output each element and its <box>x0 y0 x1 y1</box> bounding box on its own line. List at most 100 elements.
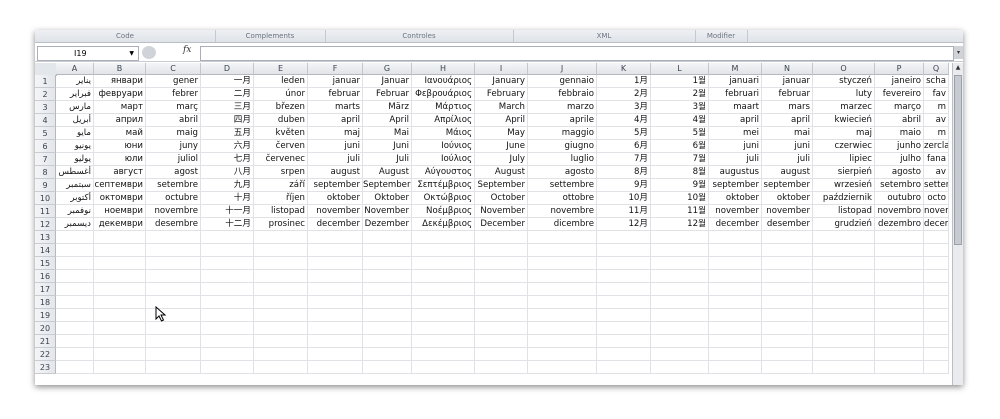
column-header[interactable]: F <box>308 63 363 75</box>
cell[interactable] <box>528 231 597 244</box>
cell[interactable]: май <box>94 127 146 140</box>
cell[interactable]: 5月 <box>597 127 651 140</box>
cell[interactable] <box>924 361 949 374</box>
cell[interactable]: settem <box>924 179 949 192</box>
column-header[interactable]: Q <box>924 63 949 75</box>
cell[interactable]: أغسطس <box>56 166 94 179</box>
cell[interactable] <box>709 348 762 361</box>
column-header[interactable]: K <box>597 63 651 75</box>
cell[interactable]: decem <box>924 218 949 231</box>
ribbon-group-code[interactable]: Code <box>35 30 216 42</box>
cell[interactable] <box>762 309 813 322</box>
cell[interactable]: October <box>475 192 528 205</box>
cell[interactable]: únor <box>254 88 308 101</box>
cell[interactable]: Oktober <box>363 192 412 205</box>
cell[interactable]: červenec <box>254 153 308 166</box>
cell[interactable]: červen <box>254 140 308 153</box>
cell[interactable]: 一月 <box>201 75 254 88</box>
cell[interactable]: 7月 <box>597 153 651 166</box>
cell[interactable] <box>651 283 709 296</box>
cell[interactable] <box>528 270 597 283</box>
cell[interactable]: февруари <box>94 88 146 101</box>
cell[interactable] <box>146 283 201 296</box>
cell[interactable] <box>813 361 875 374</box>
cell[interactable]: November <box>475 205 528 218</box>
cell[interactable] <box>254 231 308 244</box>
cell[interactable]: desembre <box>146 218 201 231</box>
cell[interactable] <box>651 244 709 257</box>
cell[interactable] <box>651 361 709 374</box>
cell[interactable] <box>875 361 924 374</box>
cell[interactable]: February <box>475 88 528 101</box>
cell[interactable] <box>762 322 813 335</box>
cell[interactable]: novem <box>924 205 949 218</box>
cell[interactable] <box>475 335 528 348</box>
cell[interactable]: agosto <box>528 166 597 179</box>
cell[interactable]: luty <box>813 88 875 101</box>
cell[interactable]: juliol <box>146 153 201 166</box>
cell[interactable] <box>412 231 475 244</box>
cell[interactable] <box>709 309 762 322</box>
cell[interactable]: 8月 <box>597 166 651 179</box>
cell[interactable]: marzec <box>813 101 875 114</box>
cell[interactable] <box>201 335 254 348</box>
cell[interactable] <box>308 283 363 296</box>
cell[interactable]: september <box>762 179 813 192</box>
cell[interactable] <box>528 348 597 361</box>
cell[interactable]: november <box>709 205 762 218</box>
cell[interactable]: Juni <box>363 140 412 153</box>
cell[interactable] <box>146 322 201 335</box>
cell[interactable] <box>254 283 308 296</box>
cell-grid[interactable]: A B C D E F G H I J K L M N O P Q 1 يناير январи gener 一月 lede… <box>35 63 952 385</box>
cell[interactable] <box>254 335 308 348</box>
cell[interactable]: prosinec <box>254 218 308 231</box>
cell[interactable] <box>94 231 146 244</box>
cell[interactable]: m <box>924 127 949 140</box>
row-header[interactable]: 3 <box>35 101 56 114</box>
cell[interactable] <box>875 231 924 244</box>
cell[interactable]: 11월 <box>651 205 709 218</box>
cell[interactable]: 四月 <box>201 114 254 127</box>
vertical-scrollbar[interactable]: ▲ <box>952 63 963 385</box>
cell[interactable] <box>875 296 924 309</box>
cell[interactable] <box>924 231 949 244</box>
cell[interactable]: септември <box>94 179 146 192</box>
cell[interactable] <box>813 309 875 322</box>
cell[interactable] <box>762 348 813 361</box>
cell[interactable]: Αύγουστος <box>412 166 475 179</box>
cell[interactable] <box>651 270 709 283</box>
cell[interactable]: januar <box>762 75 813 88</box>
cell[interactable] <box>651 296 709 309</box>
cell[interactable] <box>146 244 201 257</box>
cell[interactable] <box>308 244 363 257</box>
cell[interactable] <box>254 361 308 374</box>
cell[interactable]: gennaio <box>528 75 597 88</box>
cell[interactable] <box>709 361 762 374</box>
cell[interactable] <box>56 257 94 270</box>
cell[interactable]: Dezember <box>363 218 412 231</box>
cell[interactable]: 4월 <box>651 114 709 127</box>
cell[interactable] <box>528 361 597 374</box>
cell[interactable] <box>924 335 949 348</box>
cell[interactable]: juli <box>709 153 762 166</box>
cell[interactable]: settembre <box>528 179 597 192</box>
cell[interactable] <box>412 335 475 348</box>
cell[interactable] <box>94 244 146 257</box>
cell[interactable] <box>875 257 924 270</box>
row-header[interactable]: 1 <box>35 75 56 88</box>
cell[interactable] <box>762 231 813 244</box>
cell[interactable]: februar <box>308 88 363 101</box>
cell[interactable] <box>94 335 146 348</box>
cell[interactable]: august <box>308 166 363 179</box>
cell[interactable]: m <box>924 101 949 114</box>
cell[interactable]: 十二月 <box>201 218 254 231</box>
cell[interactable] <box>875 270 924 283</box>
cell[interactable]: Ιούλιος <box>412 153 475 166</box>
cell[interactable]: 11月 <box>597 205 651 218</box>
cell[interactable] <box>94 322 146 335</box>
cell[interactable] <box>762 335 813 348</box>
cell[interactable]: 5월 <box>651 127 709 140</box>
column-header[interactable]: B <box>94 63 146 75</box>
cell[interactable] <box>146 361 201 374</box>
cell[interactable] <box>412 244 475 257</box>
